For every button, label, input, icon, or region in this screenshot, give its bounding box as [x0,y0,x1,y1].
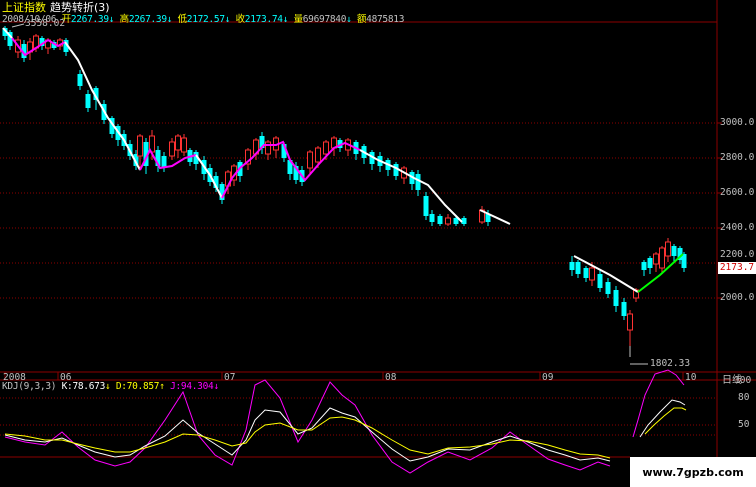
volume-value: 69697840 [302,14,347,25]
open-arrow: ↓ [108,14,115,25]
d-value: 70.857 [126,381,160,392]
time-tick: 10 [685,372,697,383]
volume-label: 量 [293,14,304,25]
candle-body [569,262,575,270]
close-value: 2173.74 [244,14,283,25]
price-tick: 2000.0 [720,292,755,303]
high-arrow: ↓ [166,14,173,25]
close-label: 收 [235,14,246,25]
candle-body [671,246,677,256]
candle-body [583,268,589,278]
k-value: 78.673 [72,381,105,392]
candle-body [175,135,181,151]
j-label: J: [170,381,181,392]
high-label: 高 [119,14,130,25]
low-arrow: ↓ [224,14,231,25]
low-label: 低 [177,14,188,25]
watermark: www.7gpzb.com [630,457,756,487]
time-tick: 09 [542,372,554,383]
amount-value: 4875813 [366,14,405,25]
candle-body [659,247,665,269]
candle-body [437,216,443,224]
chart-canvas[interactable] [0,0,756,487]
high-value: 2267.39 [128,14,167,25]
kdj-header: KDJ(9,3,3) K:78.673↓ D:70.857↑ J:94.304↓ [2,381,219,392]
price-tick: 2600.0 [720,187,755,198]
candle-body [653,253,659,265]
candle-body [575,262,581,274]
candle-body [641,262,647,270]
candle-body [429,214,435,222]
time-tick: 07 [224,372,236,383]
time-axis-ticks [4,372,684,380]
k-label: K: [61,381,73,392]
candle-body [647,258,653,268]
price-tick: 3000.0 [720,117,755,128]
j-value: 94.304 [180,381,214,392]
candle-body [169,141,175,157]
d-arrow: ↑ [159,381,165,392]
amount-label: 额 [356,14,367,25]
kdj-tick: 50 [738,419,750,430]
min-price-label: 1802.33 [650,358,691,369]
max-price-label: 3558.02 [25,18,66,29]
time-tick: 08 [385,372,397,383]
candle-body [613,290,619,306]
candle-body [137,135,143,157]
candle-body [627,313,633,331]
grid [0,0,756,487]
j-arrow: ↓ [213,381,219,392]
trend-lines [2,27,684,293]
candle-body [307,151,313,169]
candle-body [605,282,611,294]
candle-body [423,196,429,216]
low-value: 2172.57 [186,14,225,25]
candle-body [265,141,271,155]
candle-body [415,174,421,190]
price-tick: 2400.0 [720,222,755,233]
candle-body [181,137,187,153]
price-tick: 2800.0 [720,152,755,163]
candle-body [85,94,91,108]
open-value: 2267.39 [70,14,109,25]
price-tick: 2200.0 [720,249,755,260]
kdj-tick: 100 [734,375,752,386]
candle-body [681,254,687,268]
candle-body [665,241,671,257]
extreme-markers [11,23,648,365]
current-price-badge: 2173.7 [718,262,756,274]
close-arrow: ↓ [282,14,289,25]
candle-body [597,274,603,288]
candle-body [323,141,329,155]
candle-body [589,267,595,281]
candle-body [445,217,451,225]
kdj-name: KDJ(9,3,3) [2,381,57,392]
candle-body [77,74,83,86]
candle-body [315,147,321,163]
d-label: D: [115,381,127,392]
k-arrow: ↓ [105,381,111,392]
kdj-tick: 80 [738,392,750,403]
candle-body [621,302,627,316]
volume-arrow: ↓ [346,14,352,25]
